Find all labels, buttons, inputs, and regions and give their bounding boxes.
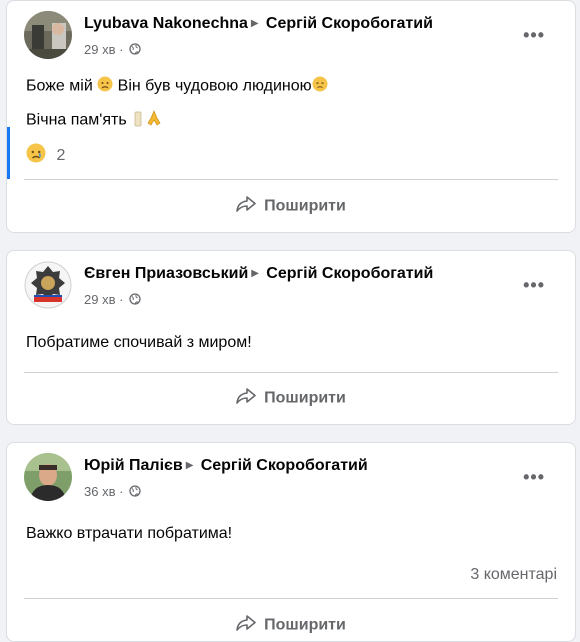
share-label: Поширити: [264, 616, 346, 634]
author-name[interactable]: Євген Приазовський: [84, 265, 248, 282]
target-name[interactable]: Сергій Скоробогатий: [201, 457, 368, 474]
divider: [24, 598, 558, 599]
post-card: Lyubava Nakonechna ▶ Сергій Скоробогатий 2…: [6, 0, 576, 233]
post-meta: 29 хв ·: [84, 292, 141, 308]
post-meta: 36 хв ·: [84, 484, 141, 500]
avatar[interactable]: [24, 11, 72, 59]
globe-icon: [129, 43, 141, 58]
timestamp[interactable]: 36 хв: [84, 484, 115, 499]
more-horizontal-icon[interactable]: •••: [523, 467, 545, 488]
reaction-count: 2: [56, 146, 66, 164]
share-label: Поширити: [264, 197, 346, 215]
share-arrow-icon: [236, 196, 256, 217]
author-name[interactable]: Юрій Палієв: [84, 457, 183, 474]
post-text-line: Вічна пам'ять: [26, 109, 163, 132]
more-horizontal-icon[interactable]: •••: [523, 25, 545, 46]
share-button[interactable]: Поширити: [7, 196, 575, 217]
sad-face-icon: [26, 143, 46, 168]
share-arrow-icon: [236, 388, 256, 409]
candle-icon: [131, 109, 145, 132]
post-header: Lyubava Nakonechna ▶ Сергій Скоробогатий: [84, 15, 433, 33]
avatar[interactable]: [24, 453, 72, 501]
post-header: Юрій Палієв ▶ Сергій Скоробогатий: [84, 457, 368, 475]
author-name[interactable]: Lyubava Nakonechna: [84, 15, 248, 32]
divider: [24, 372, 558, 373]
post-text-line: Боже мій Він був чудовою людиною: [26, 76, 328, 97]
share-label: Поширити: [264, 389, 346, 407]
post-text: Важко втрачати побратима!: [26, 525, 233, 542]
reply-indicator: [7, 127, 10, 179]
comments-count[interactable]: 3 коментарі: [470, 566, 557, 584]
share-button[interactable]: Поширити: [7, 388, 575, 409]
sad-face-icon: [312, 76, 328, 97]
praying-hands-icon: [145, 109, 163, 132]
triangle-right-icon: ▶: [251, 268, 259, 280]
target-name[interactable]: Сергій Скоробогатий: [266, 15, 433, 32]
more-horizontal-icon[interactable]: •••: [523, 275, 545, 296]
post-header: Євген Приазовський ▶ Сергій Скоробогатий: [84, 265, 433, 283]
post-text: Побратиме спочивай з миром!: [26, 334, 252, 351]
triangle-right-icon: ▶: [185, 460, 194, 472]
globe-icon: [129, 485, 141, 500]
reaction-summary[interactable]: 2: [26, 143, 65, 168]
triangle-right-icon: ▶: [250, 18, 259, 30]
post-card: Євген Приазовський ▶ Сергій Скоробогатий 2…: [6, 250, 576, 425]
timestamp[interactable]: 29 хв: [84, 292, 115, 307]
post-card: Юрій Палієв ▶ Сергій Скоробогатий 36 хв · …: [6, 442, 576, 642]
post-meta: 29 хв ·: [84, 42, 141, 58]
sad-face-icon: [97, 76, 113, 97]
target-name[interactable]: Сергій Скоробогатий: [266, 265, 433, 282]
divider: [24, 179, 558, 180]
timestamp[interactable]: 29 хв: [84, 42, 115, 57]
globe-icon: [129, 293, 141, 308]
avatar[interactable]: [24, 261, 72, 309]
